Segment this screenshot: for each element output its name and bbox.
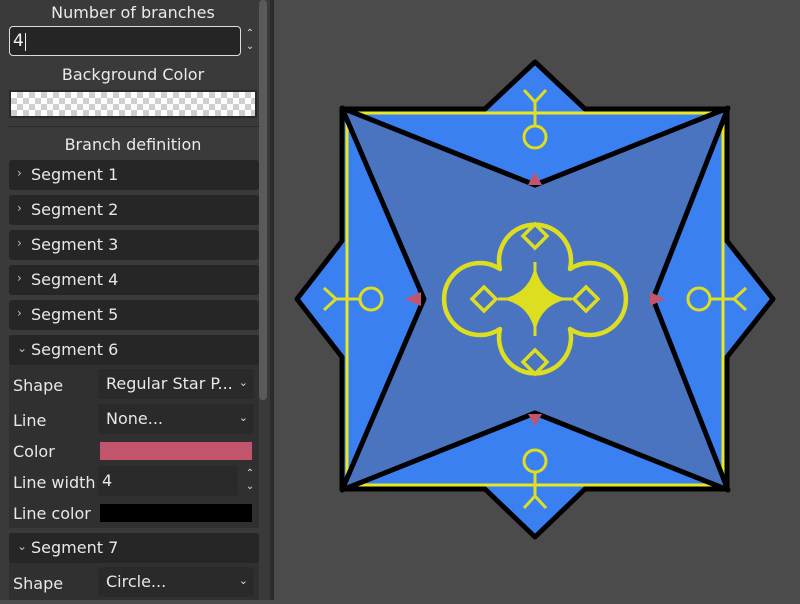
- dropdown-arrow-icon: ⌄: [238, 411, 248, 424]
- branches-spin-arrows[interactable]: ⌃ ⌄: [243, 27, 257, 57]
- segment-5-label: Segment 5: [31, 305, 119, 324]
- branches-label: Number of branches: [51, 3, 215, 22]
- dropdown-arrow-icon: ⌄: [238, 574, 248, 587]
- shape-value: Regular Star P...: [106, 374, 233, 393]
- shape-label-7: Shape: [13, 574, 64, 593]
- segment-6-header[interactable]: ⌄ Segment 6: [9, 335, 259, 365]
- chevron-down-icon: ⌄: [17, 341, 28, 355]
- branches-value: 4: [13, 31, 24, 51]
- chevron-right-icon: ›: [17, 236, 22, 250]
- branches-input[interactable]: 4: [9, 26, 241, 56]
- segment-2-header[interactable]: › Segment 2: [9, 195, 259, 225]
- line-color-swatch[interactable]: [100, 504, 252, 522]
- line-width-value: 4: [102, 471, 113, 490]
- panel-scrollbar[interactable]: [259, 0, 267, 400]
- drawing-canvas[interactable]: [274, 0, 800, 600]
- segment-1-header[interactable]: › Segment 1: [9, 160, 259, 190]
- line-width-spin-arrows[interactable]: ⌃ ⌄: [243, 467, 257, 497]
- line-value: None...: [106, 409, 163, 428]
- dropdown-arrow-icon: ⌄: [238, 376, 248, 389]
- segment-6-label: Segment 6: [31, 340, 119, 359]
- shape-select-7[interactable]: Circle... ⌄: [98, 567, 254, 597]
- spin-down-icon[interactable]: ⌄: [243, 480, 257, 493]
- spin-up-icon[interactable]: ⌃: [243, 467, 257, 480]
- chevron-down-icon: ⌄: [17, 539, 28, 553]
- segment-2-label: Segment 2: [31, 200, 119, 219]
- color-label: Color: [13, 442, 55, 461]
- line-label: Line: [13, 411, 47, 430]
- star-drawing: [274, 0, 800, 600]
- segment-7-header[interactable]: ⌄ Segment 7: [9, 533, 259, 563]
- background-color-label: Background Color: [61, 65, 205, 84]
- segment-1-label: Segment 1: [31, 165, 119, 184]
- settings-panel: Number of branches 4 ⌃ ⌄ Background Colo…: [0, 0, 270, 600]
- segment-5-header[interactable]: › Segment 5: [9, 300, 259, 330]
- chevron-right-icon: ›: [17, 201, 22, 215]
- segment-4-header[interactable]: › Segment 4: [9, 265, 259, 295]
- segment-4-label: Segment 4: [31, 270, 119, 289]
- color-swatch[interactable]: [100, 442, 252, 460]
- line-width-label: Line width: [13, 473, 96, 492]
- branch-definition-label: Branch definition: [64, 135, 202, 154]
- line-select[interactable]: None... ⌄: [98, 404, 254, 434]
- line-width-input[interactable]: 4: [98, 466, 238, 496]
- line-color-label: Line color: [13, 504, 91, 523]
- segment-3-label: Segment 3: [31, 235, 119, 254]
- text-cursor: [25, 33, 26, 51]
- background-color-picker[interactable]: [9, 90, 257, 118]
- shape-value-7: Circle...: [106, 572, 167, 591]
- spin-down-icon[interactable]: ⌄: [243, 40, 257, 53]
- segment-7-label: Segment 7: [31, 538, 119, 557]
- spin-up-icon[interactable]: ⌃: [243, 27, 257, 40]
- shape-select[interactable]: Regular Star P... ⌄: [98, 369, 254, 399]
- separator: [9, 126, 259, 127]
- chevron-right-icon: ›: [17, 306, 22, 320]
- chevron-right-icon: ›: [17, 166, 22, 180]
- shape-label: Shape: [13, 376, 64, 395]
- segment-3-header[interactable]: › Segment 3: [9, 230, 259, 260]
- chevron-right-icon: ›: [17, 271, 22, 285]
